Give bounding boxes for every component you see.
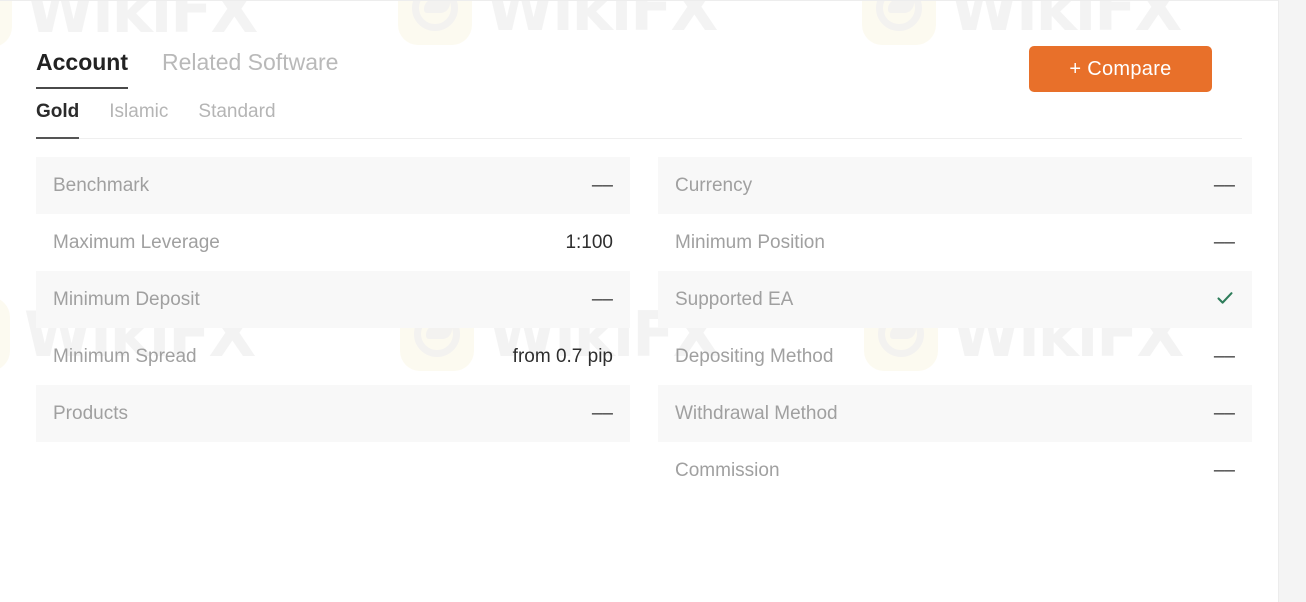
row-label: Minimum Deposit: [53, 288, 200, 310]
account-type-tab-bar: Gold Islamic Standard: [36, 100, 1242, 139]
attributes-column-right: Currency –– Minimum Position –– Supporte…: [658, 157, 1252, 499]
row-label: Currency: [675, 174, 753, 196]
table-row: Depositing Method ––: [658, 328, 1252, 385]
page-root: WikiFX WikiFX WikiFX WikiFX WikiFX WikiF…: [0, 0, 1306, 602]
row-value: ––: [1213, 231, 1235, 253]
attributes-column-left: Benchmark –– Maximum Leverage 1:100 Mini…: [36, 157, 630, 499]
row-value: ––: [1213, 459, 1235, 481]
table-row: Supported EA: [658, 271, 1252, 328]
table-row: Products ––: [36, 385, 630, 442]
row-label: Supported EA: [675, 288, 794, 310]
tab-gold[interactable]: Gold: [36, 100, 80, 139]
row-label: Benchmark: [53, 174, 150, 196]
tab-islamic[interactable]: Islamic: [109, 100, 168, 137]
row-value: from 0.7 pip: [512, 345, 613, 367]
row-value: ––: [591, 288, 613, 310]
row-label: Minimum Position: [675, 231, 825, 253]
row-label: Products: [53, 402, 128, 424]
table-row: Minimum Deposit ––: [36, 271, 630, 328]
table-row: Benchmark ––: [36, 157, 630, 214]
check-icon: [1215, 288, 1235, 312]
table-row: Maximum Leverage 1:100: [36, 214, 630, 271]
table-row: Withdrawal Method ––: [658, 385, 1252, 442]
compare-button[interactable]: + Compare: [1029, 46, 1212, 92]
row-label: Maximum Leverage: [53, 231, 220, 253]
account-card: WikiFX WikiFX WikiFX WikiFX WikiFX WikiF…: [0, 0, 1278, 602]
row-value: ––: [591, 402, 613, 424]
row-value: ––: [1213, 345, 1235, 367]
table-row: Minimum Position ––: [658, 214, 1252, 271]
table-row: Commission ––: [658, 442, 1252, 499]
table-row: Currency ––: [658, 157, 1252, 214]
page-right-rail: [1278, 0, 1306, 602]
tab-related-software[interactable]: Related Software: [162, 48, 338, 87]
row-value: 1:100: [565, 231, 613, 253]
row-label: Depositing Method: [675, 345, 834, 367]
row-label: Commission: [675, 459, 780, 481]
row-label: Withdrawal Method: [675, 402, 838, 424]
tab-account[interactable]: Account: [36, 48, 128, 89]
card-content: Account Related Software + Compare Gold …: [0, 1, 1278, 499]
account-attributes-grid: Benchmark –– Maximum Leverage 1:100 Mini…: [36, 157, 1252, 499]
main-tab-bar: Account Related Software + Compare: [36, 1, 1242, 92]
row-value: ––: [591, 174, 613, 196]
row-value: ––: [1213, 174, 1235, 196]
row-label: Minimum Spread: [53, 345, 197, 367]
table-row: Minimum Spread from 0.7 pip: [36, 328, 630, 385]
row-value: ––: [1213, 402, 1235, 424]
tab-standard[interactable]: Standard: [198, 100, 275, 137]
